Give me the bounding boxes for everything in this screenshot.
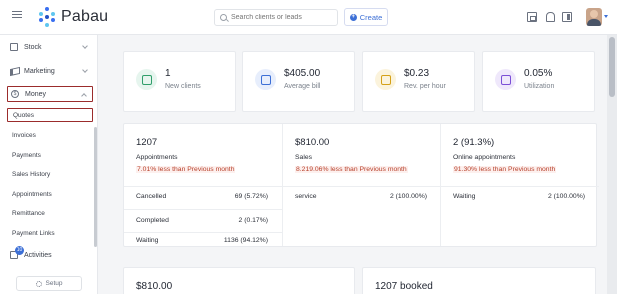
box-icon: [10, 43, 18, 51]
menu-icon[interactable]: [12, 11, 22, 21]
window-icon[interactable]: [562, 12, 572, 22]
sidebar-item-label: Activities: [24, 251, 52, 259]
brand-logo[interactable]: Pabau: [37, 6, 108, 28]
sidebar-sub-remittance[interactable]: Remittance: [7, 206, 93, 220]
sidebar-sub-appointments[interactable]: Appointments: [7, 187, 93, 201]
divider: [441, 186, 599, 187]
row-value: 2 (100.00%): [389, 193, 427, 200]
sidebar-sub-payments[interactable]: Payments: [7, 148, 93, 162]
sidebar-sub-sales-history[interactable]: Sales History: [7, 167, 93, 181]
setup-label: Setup: [45, 280, 63, 287]
kpi-value: 1: [165, 68, 171, 79]
sidebar: Stock Marketing $ Money Quotes Invoices …: [0, 35, 98, 294]
setup-button[interactable]: Setup: [16, 276, 82, 291]
calendar-icon[interactable]: [527, 12, 537, 22]
summary-card: 1207 Appointments 7.01% less than Previo…: [123, 123, 599, 247]
notification-badge: 10: [15, 246, 24, 255]
divider: [124, 186, 282, 187]
row-label: Completed: [136, 217, 169, 224]
card-value: 1207 booked: [375, 281, 433, 292]
kpi-label: Rev. per hour: [404, 83, 446, 90]
megaphone-icon: [10, 67, 18, 75]
kpi-label: Average bill: [284, 83, 321, 90]
sidebar-sub-payment-links[interactable]: Payment Links: [7, 226, 93, 240]
summary-name: Sales: [295, 154, 313, 161]
sidebar-sub-invoices[interactable]: Invoices: [7, 128, 93, 142]
search-icon: [220, 14, 227, 21]
summary-delta: 8.219.06% less than Previous month: [295, 166, 408, 173]
sidebar-item-label: Money: [25, 90, 47, 98]
brand-name: Pabau: [61, 8, 109, 25]
pabau-logo-icon: [37, 7, 57, 27]
row-label: service: [295, 193, 317, 200]
summary-sales[interactable]: $810.00 Sales 8.219.06% less than Previo…: [282, 124, 441, 246]
kpi-average-bill[interactable]: $405.00 Average bill: [242, 51, 355, 112]
summary-name: Online appointments: [453, 154, 516, 161]
top-bar: Pabau + Create: [0, 0, 617, 35]
sidebar-item-label: Marketing: [24, 67, 55, 75]
sales-card[interactable]: $810.00: [123, 267, 355, 294]
sidebar-item-marketing[interactable]: Marketing: [7, 63, 93, 79]
kpi-label: New clients: [165, 83, 201, 90]
main-scrollbar[interactable]: [607, 35, 617, 294]
summary-online-appointments[interactable]: 2 (91.3%) Online appointments 91.30% les…: [440, 124, 599, 246]
summary-value: $810.00: [295, 137, 330, 148]
summary-value: 1207: [136, 137, 158, 148]
row-value: 2 (100.00%): [547, 193, 585, 200]
chevron-down-icon: [82, 67, 88, 73]
summary-delta: 91.30% less than Previous month: [453, 166, 557, 173]
kpi-rev-per-hour[interactable]: $0.23 Rev. per hour: [362, 51, 475, 112]
chevron-down-icon: [82, 43, 88, 49]
row-label: Waiting: [453, 193, 476, 200]
kpi-value: 0.05%: [524, 68, 553, 79]
summary-value: 2 (91.3%): [453, 137, 495, 148]
search-box[interactable]: [214, 9, 338, 26]
coins-icon: [375, 69, 396, 90]
sidebar-item-stock[interactable]: Stock: [7, 39, 93, 55]
divider: [283, 186, 441, 187]
bell-icon[interactable]: [545, 12, 555, 22]
plus-icon: +: [349, 13, 357, 21]
folder-icon: [495, 69, 516, 90]
row-label: Cancelled: [136, 193, 167, 200]
table-row: Waiting 2 (100.00%): [453, 193, 585, 205]
create-button[interactable]: + Create: [344, 8, 388, 26]
create-label: Create: [359, 12, 383, 22]
booked-card[interactable]: 1207 booked: [362, 267, 596, 294]
sidebar-sub-quotes[interactable]: Quotes: [7, 108, 93, 122]
sidebar-scrollbar[interactable]: [94, 127, 97, 247]
summary-name: Appointments: [136, 154, 178, 161]
row-value: 69 (5.72%): [234, 193, 268, 200]
summary-appointments[interactable]: 1207 Appointments 7.01% less than Previo…: [124, 124, 282, 246]
table-row: Completed 2 (0.17%): [136, 217, 268, 229]
search-input[interactable]: [231, 14, 335, 21]
table-row: service 2 (100.00%): [295, 193, 427, 205]
summary-delta: 7.01% less than Previous month: [136, 166, 236, 173]
row-label: Waiting: [136, 237, 159, 244]
chevron-up-icon: [81, 93, 87, 99]
kpi-utilization[interactable]: 0.05% Utilization: [482, 51, 595, 112]
chevron-down-icon[interactable]: [604, 15, 608, 18]
users-icon: [136, 69, 157, 90]
kpi-value: $405.00: [284, 68, 321, 79]
kpi-label: Utilization: [524, 83, 555, 90]
divider: [124, 209, 282, 210]
table-row: Cancelled 69 (5.72%): [136, 193, 268, 205]
row-value: 2 (0.17%): [238, 217, 268, 224]
kpi-value: $0.23: [404, 68, 430, 79]
row-value: 1136 (94.12%): [223, 237, 268, 244]
bill-icon: [255, 69, 276, 90]
avatar[interactable]: [586, 8, 602, 26]
sidebar-item-label: Stock: [24, 43, 42, 51]
divider: [124, 232, 282, 233]
table-row: Waiting 1136 (94.12%): [136, 237, 268, 249]
dashboard: 1 New clients $405.00 Average bill $0.23…: [98, 35, 607, 294]
gear-icon: [35, 280, 42, 287]
card-value: $810.00: [136, 281, 173, 292]
sidebar-item-money[interactable]: $ Money: [7, 86, 93, 102]
dollar-icon: $: [11, 90, 19, 98]
kpi-new-clients[interactable]: 1 New clients: [123, 51, 236, 112]
